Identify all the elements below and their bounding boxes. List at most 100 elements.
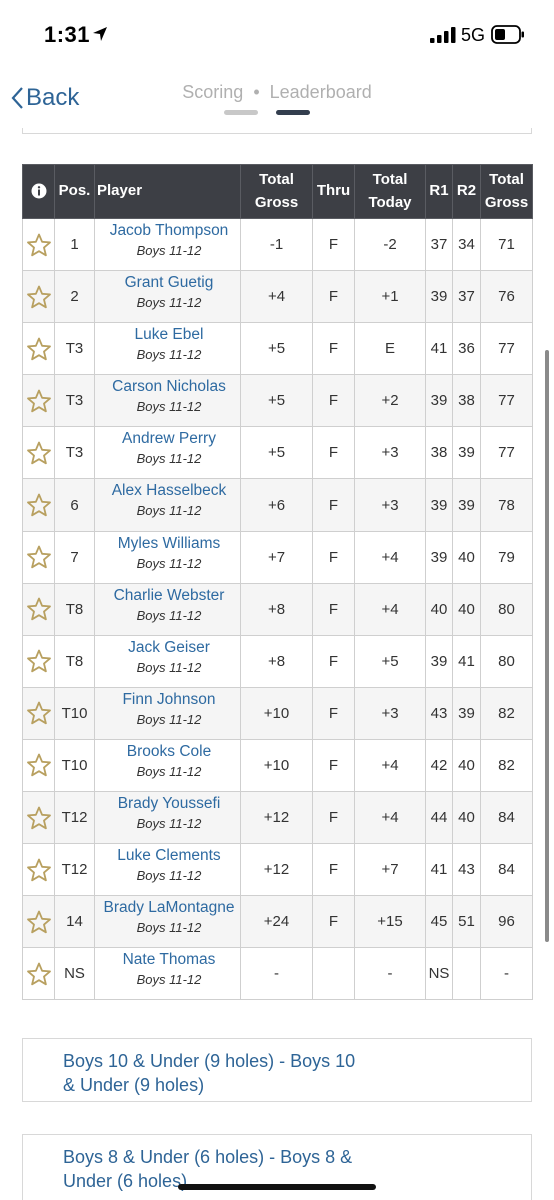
total-gross-header[interactable]: Total Gross — [240, 164, 313, 219]
player-name-link[interactable]: Brooks Cole — [98, 742, 240, 762]
favorite-cell[interactable] — [22, 947, 55, 1001]
table-row[interactable]: T3 Carson Nicholas Boys 11-12 +5 F +2 39 38 77 — [22, 374, 533, 428]
total-cell: 82 — [480, 686, 533, 740]
table-row[interactable]: 1 Jacob Thompson Boys 11-12 -1 F -2 37 34 71 — [22, 217, 533, 272]
player-name-link[interactable]: Finn Johnson — [98, 690, 240, 710]
pos-cell: 6 — [54, 478, 95, 532]
player-name-link[interactable]: Luke Clements — [98, 846, 240, 866]
page-dot-scoring[interactable] — [224, 110, 258, 115]
division-card-boys-8-under[interactable]: Boys 8 & Under (6 holes) - Boys 8 & Unde… — [22, 1134, 532, 1200]
player-name-link[interactable]: Brady Youssefi — [98, 794, 240, 814]
player-cell[interactable]: Nate Thomas Boys 11-12 — [94, 947, 241, 1001]
favorite-star-icon[interactable] — [26, 961, 52, 987]
scrollbar[interactable] — [545, 350, 549, 942]
info-header[interactable] — [22, 164, 55, 219]
table-row[interactable]: T3 Andrew Perry Boys 11-12 +5 F +3 38 39 77 — [22, 426, 533, 480]
tab-scoring[interactable]: Scoring — [182, 82, 243, 102]
favorite-cell[interactable] — [22, 634, 55, 688]
home-indicator[interactable] — [178, 1184, 376, 1190]
player-cell[interactable]: Finn Johnson Boys 11-12 — [94, 686, 241, 740]
favorite-star-icon[interactable] — [26, 596, 52, 622]
player-cell[interactable]: Brady LaMontagne Boys 11-12 — [94, 895, 241, 949]
favorite-cell[interactable] — [22, 791, 55, 845]
total-today-header[interactable]: Total Today — [354, 164, 426, 219]
player-cell[interactable]: Charlie Webster Boys 11-12 — [94, 582, 241, 636]
total-header[interactable]: Total Gross — [480, 164, 533, 219]
player-cell[interactable]: Brooks Cole Boys 11-12 — [94, 738, 241, 793]
player-header[interactable]: Player — [94, 164, 241, 219]
player-name-link[interactable]: Andrew Perry — [98, 429, 240, 449]
favorite-cell[interactable] — [22, 374, 55, 428]
favorite-star-icon[interactable] — [26, 440, 52, 466]
table-row[interactable]: 6 Alex Hasselbeck Boys 11-12 +6 F +3 39 39 78 — [22, 478, 533, 532]
player-name-link[interactable]: Jacob Thompson — [98, 221, 240, 241]
player-cell[interactable]: Alex Hasselbeck Boys 11-12 — [94, 478, 241, 532]
player-name-link[interactable]: Myles Williams — [98, 534, 240, 554]
player-cell[interactable]: Jacob Thompson Boys 11-12 — [94, 217, 241, 272]
player-cell[interactable]: Luke Ebel Boys 11-12 — [94, 322, 241, 376]
favorite-star-icon[interactable] — [26, 909, 52, 935]
favorite-star-icon[interactable] — [26, 648, 52, 674]
favorite-cell[interactable] — [22, 530, 55, 584]
player-cell[interactable]: Myles Williams Boys 11-12 — [94, 530, 241, 584]
pos-cell: 7 — [54, 530, 95, 584]
favorite-star-icon[interactable] — [26, 336, 52, 362]
info-icon[interactable] — [31, 183, 47, 199]
r1-header[interactable]: R1 — [425, 164, 453, 219]
favorite-cell[interactable] — [22, 426, 55, 480]
favorite-cell[interactable] — [22, 895, 55, 949]
favorite-cell[interactable] — [22, 322, 55, 376]
table-row[interactable]: T8 Charlie Webster Boys 11-12 +8 F +4 40 40 80 — [22, 582, 533, 636]
favorite-star-icon[interactable] — [26, 700, 52, 726]
player-name-link[interactable]: Carson Nicholas — [98, 377, 240, 397]
player-cell[interactable]: Jack Geiser Boys 11-12 — [94, 634, 241, 688]
favorite-cell[interactable] — [22, 478, 55, 532]
table-row[interactable]: T12 Luke Clements Boys 11-12 +12 F +7 41 43 84 — [22, 843, 533, 897]
player-name-link[interactable]: Grant Guetig — [98, 273, 240, 293]
favorite-cell[interactable] — [22, 738, 55, 793]
pos-header[interactable]: Pos. — [54, 164, 95, 219]
table-row[interactable]: T10 Finn Johnson Boys 11-12 +10 F +3 43 39 82 — [22, 686, 533, 740]
favorite-star-icon[interactable] — [26, 857, 52, 883]
favorite-star-icon[interactable] — [26, 752, 52, 778]
player-name-link[interactable]: Charlie Webster — [98, 586, 240, 606]
favorite-cell[interactable] — [22, 270, 55, 324]
table-row[interactable]: 7 Myles Williams Boys 11-12 +7 F +4 39 40 79 — [22, 530, 533, 584]
total-gross-cell: +5 — [240, 426, 313, 480]
player-cell[interactable]: Luke Clements Boys 11-12 — [94, 843, 241, 897]
table-row[interactable]: T3 Luke Ebel Boys 11-12 +5 F E 41 36 77 — [22, 322, 533, 376]
favorite-star-icon[interactable] — [26, 232, 52, 258]
r1-cell: 37 — [425, 217, 453, 272]
player-name-link[interactable]: Nate Thomas — [98, 950, 240, 970]
favorite-star-icon[interactable] — [26, 284, 52, 310]
player-cell[interactable]: Carson Nicholas Boys 11-12 — [94, 374, 241, 428]
player-name-link[interactable]: Brady LaMontagne — [98, 898, 240, 918]
tab-leaderboard[interactable]: Leaderboard — [270, 82, 372, 102]
player-cell[interactable]: Brady Youssefi Boys 11-12 — [94, 791, 241, 845]
r2-header[interactable]: R2 — [452, 164, 481, 219]
player-name-link[interactable]: Alex Hasselbeck — [98, 481, 240, 501]
player-cell[interactable]: Grant Guetig Boys 11-12 — [94, 270, 241, 324]
favorite-cell[interactable] — [22, 686, 55, 740]
favorite-star-icon[interactable] — [26, 492, 52, 518]
table-row[interactable]: T8 Jack Geiser Boys 11-12 +8 F +5 39 41 80 — [22, 634, 533, 688]
total-gross-cell: +5 — [240, 374, 313, 428]
favorite-cell[interactable] — [22, 217, 55, 272]
division-card-boys-10-under[interactable]: Boys 10 & Under (9 holes) - Boys 10 & Un… — [22, 1038, 532, 1102]
player-name-link[interactable]: Luke Ebel — [98, 325, 240, 345]
page-dot-leaderboard[interactable] — [276, 110, 310, 115]
table-row[interactable]: T10 Brooks Cole Boys 11-12 +10 F +4 42 40 82 — [22, 738, 533, 793]
favorite-star-icon[interactable] — [26, 388, 52, 414]
table-row[interactable]: 2 Grant Guetig Boys 11-12 +4 F +1 39 37 76 — [22, 270, 533, 324]
favorite-star-icon[interactable] — [26, 544, 52, 570]
favorite-cell[interactable] — [22, 582, 55, 636]
table-row[interactable]: 14 Brady LaMontagne Boys 11-12 +24 F +15 45 51 9… — [22, 895, 533, 949]
thru-header[interactable]: Thru — [312, 164, 355, 219]
table-row[interactable]: NS Nate Thomas Boys 11-12- - NS - — [22, 947, 533, 1001]
player-name-link[interactable]: Jack Geiser — [98, 638, 240, 658]
table-row[interactable]: T12 Brady Youssefi Boys 11-12 +12 F +4 44 40 84 — [22, 791, 533, 845]
total-gross-cell: +12 — [240, 843, 313, 897]
favorite-star-icon[interactable] — [26, 805, 52, 831]
player-cell[interactable]: Andrew Perry Boys 11-12 — [94, 426, 241, 480]
favorite-cell[interactable] — [22, 843, 55, 897]
